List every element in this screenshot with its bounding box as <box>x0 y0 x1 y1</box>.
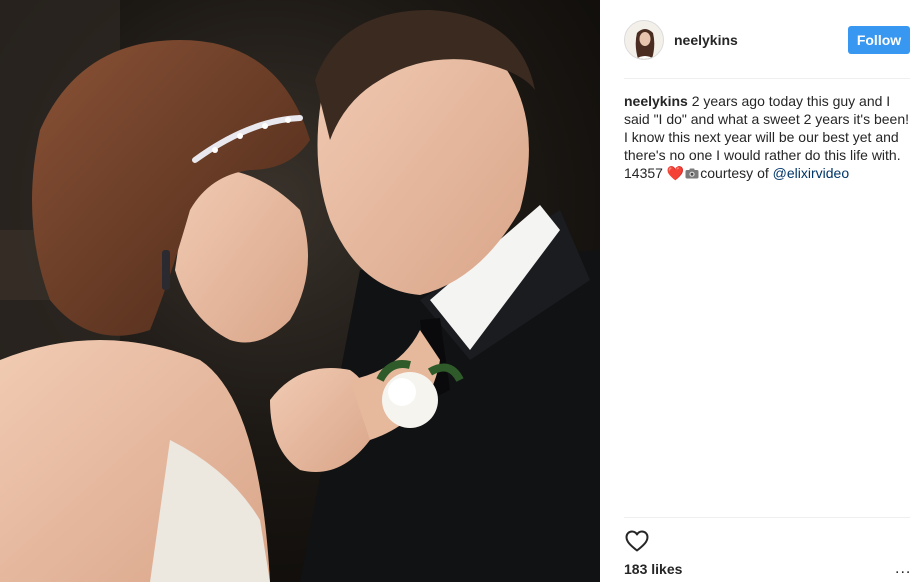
more-options-button[interactable]: ... <box>895 561 911 577</box>
post-header: neelykins Follow <box>624 16 910 64</box>
header-divider <box>624 78 910 79</box>
post-author-username[interactable]: neelykins <box>674 32 848 48</box>
post-caption: neelykins 2 years ago today this guy and… <box>624 92 910 182</box>
camera-icon <box>685 168 699 179</box>
wedding-photo-illustration <box>0 0 600 582</box>
follow-button[interactable]: Follow <box>848 26 910 54</box>
post-side-panel: neelykins Follow neelykins 2 years ago t… <box>600 0 920 582</box>
avatar[interactable] <box>624 20 664 60</box>
post-photo[interactable] <box>0 0 600 582</box>
caption-username[interactable]: neelykins <box>624 93 688 109</box>
actions-divider <box>624 517 910 518</box>
caption-credit-text: courtesy of <box>700 165 769 181</box>
avatar-image <box>625 21 663 59</box>
red-heart-emoji: ❤️ <box>666 165 685 181</box>
mention-link[interactable]: @elixirvideo <box>773 165 849 181</box>
likes-count[interactable]: 183 likes <box>624 561 682 577</box>
heart-icon[interactable] <box>624 528 650 554</box>
